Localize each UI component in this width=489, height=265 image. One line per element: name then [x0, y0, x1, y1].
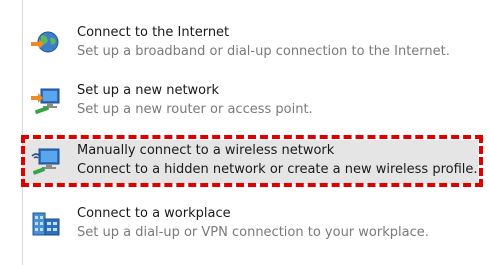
option-manually-connect-wireless[interactable]: Manually connect to a wireless network C… — [23, 140, 478, 184]
router-network-icon — [29, 84, 63, 116]
option-connect-to-internet[interactable]: Connect to the Internet Set up a broadba… — [23, 22, 478, 66]
option-title: Connect to the Internet — [77, 25, 230, 40]
option-description: Set up a new router or access point. — [77, 102, 313, 117]
option-title: Connect to a workplace — [77, 206, 231, 221]
option-set-up-new-network[interactable]: Set up a new network Set up a new router… — [23, 80, 478, 124]
option-connect-to-workplace[interactable]: Connect to a workplace Set up a dial-up … — [23, 203, 478, 247]
globe-network-icon — [29, 26, 63, 58]
option-description: Set up a broadband or dial-up connection… — [77, 44, 450, 59]
wireless-monitor-icon — [29, 144, 63, 176]
option-title: Manually connect to a wireless network — [77, 143, 335, 158]
option-description: Connect to a hidden network or create a … — [77, 162, 478, 177]
option-title: Set up a new network — [77, 83, 219, 98]
workplace-building-icon — [29, 207, 63, 239]
option-description: Set up a dial-up or VPN connection to yo… — [77, 225, 429, 240]
